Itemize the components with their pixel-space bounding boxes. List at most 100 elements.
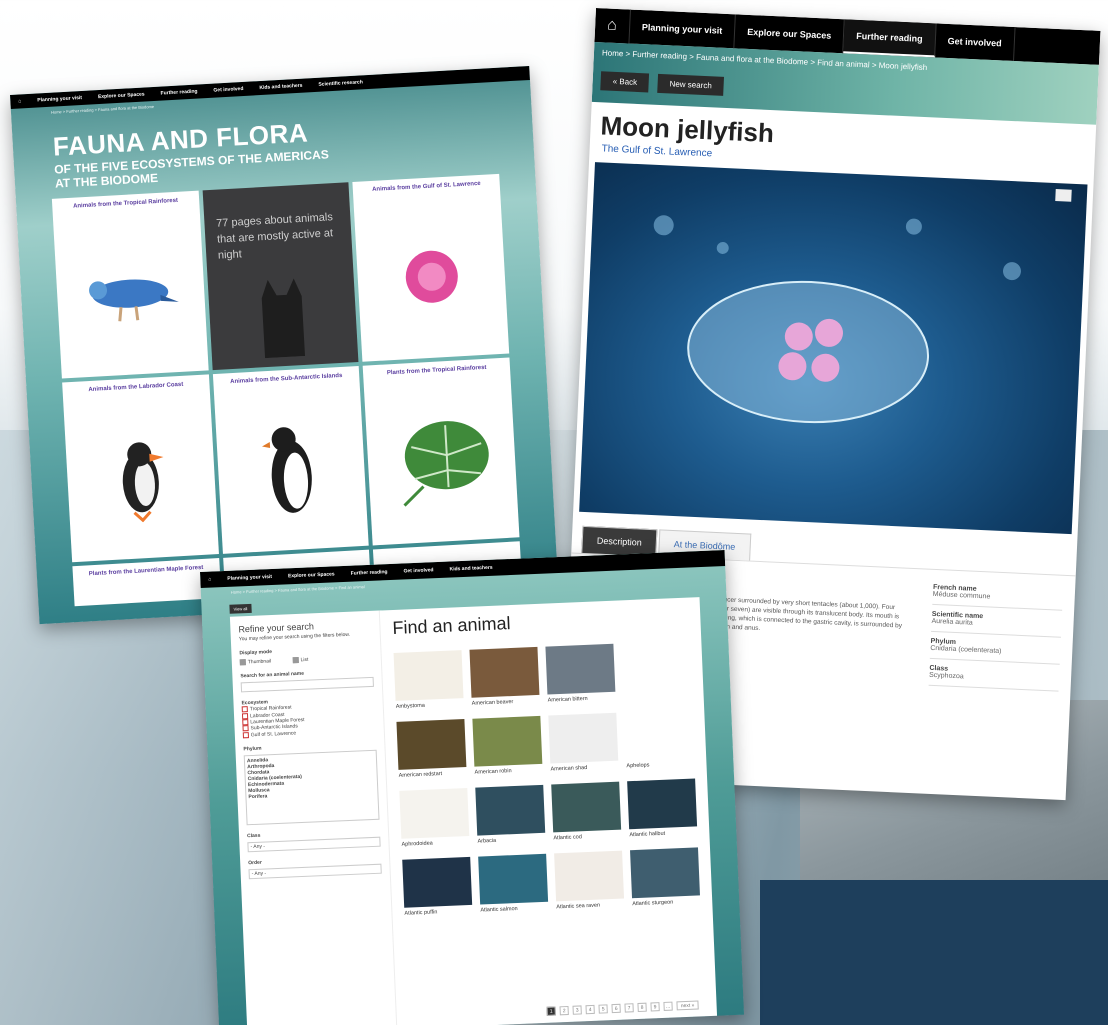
- tile-laurentian-plants[interactable]: Plants from the Laurentian Maple Forest: [72, 558, 222, 607]
- page-link[interactable]: 9: [650, 1002, 660, 1012]
- eco-checkbox[interactable]: [242, 719, 249, 726]
- animal-name: Atlantic sturgeon: [632, 899, 674, 908]
- animal-card[interactable]: Atlantic puffin: [402, 856, 473, 917]
- content-panel: View all Refine your search You may refi…: [229, 597, 718, 1025]
- animal-card[interactable]: Atlantic cod: [551, 781, 622, 842]
- jellyfish-photo: [579, 162, 1088, 535]
- nav-kids[interactable]: Kids and teachers: [251, 82, 310, 91]
- jellyfish-icon: [653, 189, 1072, 424]
- animal-thumbnail: [475, 784, 546, 836]
- animal-card[interactable]: Atlantic salmon: [478, 853, 549, 914]
- animal-thumbnail: [545, 643, 616, 695]
- animal-grid: Ambystoma American beaver American bitte…: [393, 640, 701, 917]
- nav-explore[interactable]: Explore our Spaces: [280, 571, 343, 580]
- animal-card[interactable]: American beaver: [469, 646, 540, 707]
- order-select[interactable]: - Any -: [248, 863, 382, 880]
- tile-tropical-plants[interactable]: Plants from the Tropical Rainforest: [362, 357, 520, 546]
- page-link[interactable]: 7: [624, 1003, 634, 1013]
- penguin-icon: [261, 427, 312, 513]
- next-page-link[interactable]: next »: [676, 1000, 699, 1011]
- home-icon[interactable]: ⌂: [200, 576, 219, 583]
- nav-further[interactable]: Further reading: [843, 19, 937, 58]
- animal-thumbnail: [551, 781, 622, 833]
- nav-involved[interactable]: Get involved: [934, 23, 1016, 62]
- nav-research[interactable]: Scientific research: [310, 79, 371, 88]
- nav-involved[interactable]: Get involved: [205, 86, 251, 95]
- animal-name: Atlantic sea raven: [556, 902, 601, 911]
- home-icon[interactable]: ⌂: [10, 98, 29, 105]
- tile-label: Plants from the Tropical Rainforest: [386, 364, 487, 377]
- tile-label: Plants from the Laurentian Maple Forest: [88, 564, 204, 578]
- animal-name: [623, 692, 691, 695]
- animal-card[interactable]: Atlantic sturgeon: [630, 847, 700, 907]
- nav-planning[interactable]: Planning your visit: [219, 574, 280, 583]
- page-link[interactable]: 1: [546, 1006, 556, 1016]
- page-link[interactable]: 5: [598, 1004, 608, 1014]
- tile-label: Animals from the Labrador Coast: [88, 381, 184, 394]
- nav-further[interactable]: Further reading: [152, 88, 205, 97]
- phylum-listbox[interactable]: Annelida Arthropoda Chordata Cnidaria (c…: [243, 749, 380, 826]
- animal-card[interactable]: Atlantic halibut: [627, 778, 698, 839]
- nav-planning[interactable]: Planning your visit: [629, 9, 737, 49]
- tile-tropical-animals[interactable]: Animals from the Tropical Rainforest: [51, 190, 209, 379]
- thumbnail-toggle[interactable]: [239, 659, 246, 666]
- animal-name: Atlantic salmon: [480, 905, 518, 914]
- animal-card[interactable]: Arbacia: [475, 784, 546, 845]
- search-input[interactable]: [240, 677, 374, 693]
- nav-planning[interactable]: Planning your visit: [29, 95, 90, 104]
- animal-thumbnail: [396, 719, 467, 770]
- nav-explore[interactable]: Explore our Spaces: [734, 14, 845, 54]
- nav-further[interactable]: Further reading: [343, 569, 396, 577]
- nav-explore[interactable]: Explore our Spaces: [90, 91, 153, 100]
- tile-gulf-animals[interactable]: Animals from the Gulf of St. Lawrence: [352, 173, 510, 362]
- background-water: [760, 880, 1108, 1025]
- new-search-button[interactable]: New search: [657, 73, 725, 96]
- list-toggle[interactable]: [292, 656, 299, 664]
- home-icon[interactable]: ⌂: [594, 8, 631, 44]
- eco-checkbox[interactable]: [241, 706, 248, 713]
- animal-card[interactable]: Ambystoma: [393, 650, 464, 710]
- thumbnail-label: Thumbnail: [247, 658, 272, 666]
- animal-name: Atlantic halibut: [629, 830, 666, 839]
- back-button[interactable]: « Back: [600, 71, 650, 93]
- animal-name: Atlantic cod: [553, 834, 583, 842]
- animal-card[interactable]: American robin: [472, 715, 543, 776]
- page-link[interactable]: 6: [611, 1003, 621, 1014]
- leaf-icon: [403, 421, 489, 507]
- eco-checkbox[interactable]: [242, 731, 249, 738]
- tile-label: Animals from the Gulf of St. Lawrence: [372, 180, 481, 193]
- animal-card[interactable]: American bittern: [545, 643, 616, 704]
- animal-card[interactable]: Aphelops: [624, 709, 695, 770]
- page-link[interactable]: 2: [559, 1005, 569, 1016]
- nav-involved[interactable]: Get involved: [395, 567, 441, 575]
- animal-thumbnail: [624, 709, 695, 761]
- eco-checkbox[interactable]: [241, 712, 249, 720]
- class-select[interactable]: - Any -: [247, 836, 381, 853]
- animal-thumbnail: [469, 646, 540, 698]
- page-link[interactable]: 8: [637, 1002, 647, 1013]
- nav-kids[interactable]: Kids and teachers: [441, 564, 500, 573]
- view-all-button[interactable]: View all: [229, 603, 252, 614]
- tile-labrador-animals[interactable]: Animals from the Labrador Coast: [62, 374, 219, 563]
- animal-card[interactable]: American shad: [548, 712, 619, 772]
- animal-card[interactable]: Aphrodoidea: [399, 787, 470, 848]
- eco-label: Gulf of St. Lawrence: [250, 730, 297, 738]
- cat-icon: [261, 278, 306, 359]
- animal-thumbnail: [399, 787, 470, 839]
- animal-name: Aphelops: [626, 762, 650, 770]
- tile-nocturnal[interactable]: 77 pages about animals that are mostly a…: [202, 182, 359, 371]
- page-ellipsis: …: [663, 1001, 673, 1011]
- animal-card[interactable]: Atlantic sea raven: [554, 850, 625, 911]
- animal-thumbnail: [627, 778, 698, 830]
- page-link[interactable]: 3: [572, 1005, 582, 1015]
- page-link[interactable]: 4: [585, 1004, 595, 1015]
- animal-name: American beaver: [471, 698, 514, 707]
- tab-description[interactable]: Description: [581, 525, 658, 557]
- animal-card[interactable]: [621, 640, 692, 701]
- animal-name: Aphrodoidea: [401, 840, 433, 848]
- animal-thumbnail: [472, 715, 543, 767]
- fauna-flora-page: ⌂ Planning your visit Explore our Spaces…: [10, 65, 559, 625]
- animal-card[interactable]: American redstart: [396, 719, 467, 779]
- eco-checkbox[interactable]: [242, 725, 249, 732]
- tile-subantarctic-animals[interactable]: Animals from the Sub-Antarctic Islands: [212, 365, 370, 554]
